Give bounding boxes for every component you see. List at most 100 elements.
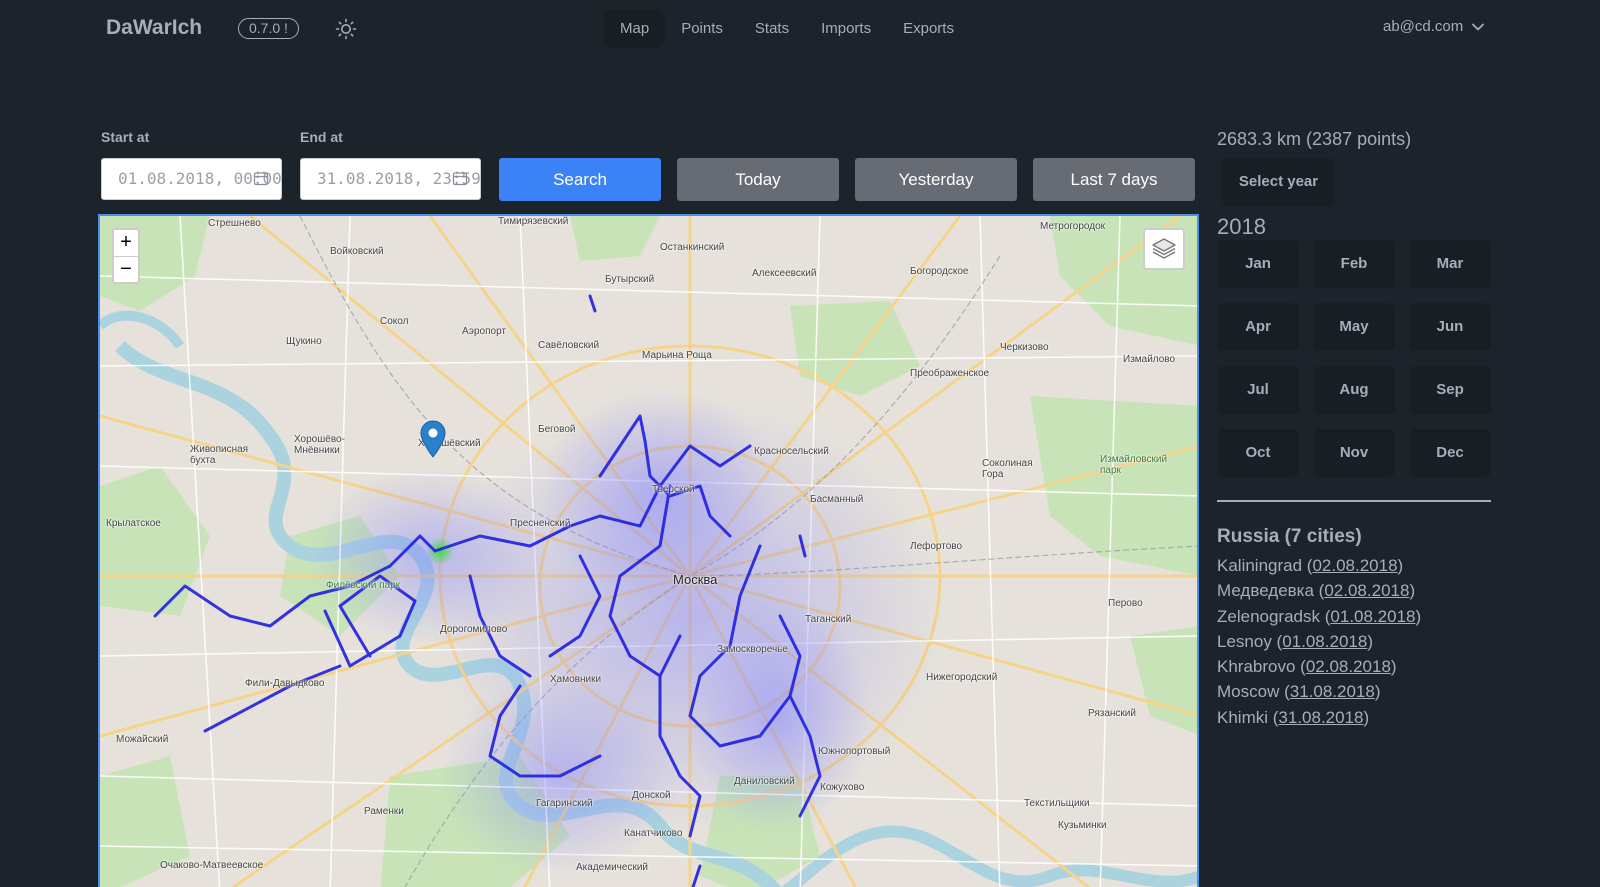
map-label: Лефортово (910, 541, 963, 552)
month-button-jan[interactable]: Jan (1217, 240, 1299, 288)
map-label: Стрешнево (208, 218, 261, 229)
end-date-input[interactable]: 31.08.2018, 23:59 (300, 158, 481, 200)
map-label: Беговой (538, 424, 576, 435)
map-label: Текстильщики (1024, 798, 1090, 809)
map-label: Савёловский (538, 340, 600, 351)
month-grid: Jan Feb Mar Apr May Jun Jul Aug Sep Oct … (1217, 240, 1491, 477)
map-label: Черкизово (1000, 342, 1049, 353)
map-label: Фили-Давыдково (245, 678, 325, 689)
map-label: Останкинский (660, 242, 725, 253)
city-date-link[interactable]: 01.08.2018 (1282, 632, 1367, 651)
list-item: Lesnoy (01.08.2018) (1217, 631, 1373, 651)
search-button[interactable]: Search (499, 158, 661, 201)
map-label: Очаково-Матвеевское (160, 860, 264, 871)
map-label: Южнопортовый (818, 746, 891, 757)
map-label: Нижегородский (926, 672, 998, 683)
calendar-icon[interactable] (452, 170, 468, 186)
city-date-link[interactable]: 31.08.2018 (1290, 682, 1375, 701)
distance-summary: 2683.3 km (2387 points) (1217, 129, 1412, 149)
map-label: Таганский (805, 614, 852, 625)
map-label: Алексеевский (752, 268, 817, 279)
map-label: Сокол (380, 316, 409, 327)
zoom-out-button[interactable]: − (114, 256, 138, 282)
nav-stats[interactable]: Stats (739, 10, 805, 48)
start-date-input[interactable]: 01.08.2018, 00:00 (101, 158, 282, 200)
month-button-mar[interactable]: Mar (1409, 240, 1491, 288)
map-label: Даниловский (734, 776, 795, 787)
map-label: Канатчиково (624, 828, 683, 839)
city-list: Kaliningrad (02.08.2018) Медведевка (02.… (1217, 553, 1421, 730)
map-label: Донской (632, 790, 671, 801)
map-label: Красносельский (754, 446, 829, 457)
main-nav: Map Points Stats Imports Exports (604, 10, 970, 48)
nav-imports[interactable]: Imports (805, 10, 887, 48)
map-label: Басманный (810, 494, 864, 505)
month-button-sep[interactable]: Sep (1409, 366, 1491, 414)
map-label: Крылатское (106, 518, 161, 529)
map-label: Соколиная Гора (982, 458, 1033, 480)
version-badge[interactable]: 0.7.0 ! (238, 18, 299, 39)
layers-icon[interactable] (1143, 228, 1185, 270)
map-label: Бутырский (605, 274, 655, 285)
nav-exports[interactable]: Exports (887, 10, 970, 48)
map-marker-icon[interactable] (420, 420, 446, 458)
today-button[interactable]: Today (677, 158, 839, 201)
map-label: Богородское (910, 266, 969, 277)
map-label: Хорошёво-Мнёвники (294, 434, 345, 456)
end-at-label: End at (300, 129, 343, 145)
map-label: Тверской (652, 484, 695, 495)
map-label: Войковский (330, 246, 384, 257)
last-7-days-button[interactable]: Last 7 days (1033, 158, 1195, 201)
map-label: Аэропорт (462, 326, 507, 337)
map-label: Дорогомилово (440, 624, 508, 635)
city-date-link[interactable]: 01.08.2018 (1330, 607, 1415, 626)
month-button-jul[interactable]: Jul (1217, 366, 1299, 414)
divider (1217, 500, 1491, 502)
map-label: Щукино (286, 336, 322, 347)
city-date-link[interactable]: 02.08.2018 (1306, 657, 1391, 676)
list-item: Медведевка (02.08.2018) (1217, 581, 1416, 601)
year-title: 2018 (1217, 214, 1266, 239)
map-label: Гагаринский (536, 798, 593, 809)
map-label: Кузьминки (1058, 820, 1107, 831)
month-button-nov[interactable]: Nov (1313, 429, 1395, 477)
month-button-aug[interactable]: Aug (1313, 366, 1395, 414)
month-button-dec[interactable]: Dec (1409, 429, 1491, 477)
select-year-button[interactable]: Select year (1222, 158, 1335, 206)
map-label-city: Москва (673, 572, 718, 587)
city-date-link[interactable]: 02.08.2018 (1312, 556, 1397, 575)
user-email: ab@cd.com (1383, 18, 1464, 35)
map-label: Измайлово (1123, 354, 1176, 365)
map-tiles (100, 216, 1197, 887)
map-label: Измайловский парк (1100, 454, 1168, 476)
month-button-feb[interactable]: Feb (1313, 240, 1395, 288)
country-title: Russia (7 cities) (1217, 526, 1362, 547)
map-label: Живописная бухта (190, 444, 249, 466)
month-button-may[interactable]: May (1313, 303, 1395, 351)
map-label: Рязанский (1088, 708, 1136, 719)
map-label: Академический (576, 862, 649, 873)
map-label: Можайский (116, 734, 169, 745)
list-item: Kaliningrad (02.08.2018) (1217, 556, 1404, 575)
yesterday-button[interactable]: Yesterday (855, 158, 1017, 201)
zoom-in-button[interactable]: + (114, 230, 138, 256)
month-button-jun[interactable]: Jun (1409, 303, 1491, 351)
city-date-link[interactable]: 31.08.2018 (1278, 708, 1363, 727)
nav-points[interactable]: Points (665, 10, 739, 48)
nav-map[interactable]: Map (604, 10, 666, 48)
map-label: Перово (1108, 598, 1143, 609)
user-menu[interactable]: ab@cd.com (1383, 18, 1485, 35)
list-item: Khimki (31.08.2018) (1217, 707, 1370, 727)
map-label: Кожухово (820, 782, 865, 793)
calendar-icon[interactable] (253, 170, 269, 186)
city-name: Медведевка (1217, 581, 1314, 601)
month-button-oct[interactable]: Oct (1217, 429, 1299, 477)
map-view[interactable]: Стрешнево Войковский Тимирязевский Остан… (98, 214, 1199, 887)
map-label: Пресненский (510, 518, 571, 529)
map-label: Замоскворечье (717, 644, 788, 655)
city-date-link[interactable]: 02.08.2018 (1324, 581, 1409, 600)
month-button-apr[interactable]: Apr (1217, 303, 1299, 351)
sun-icon[interactable] (334, 17, 358, 41)
list-item: Moscow (31.08.2018) (1217, 682, 1381, 702)
brand-logo[interactable]: DaWarIch (106, 16, 202, 40)
